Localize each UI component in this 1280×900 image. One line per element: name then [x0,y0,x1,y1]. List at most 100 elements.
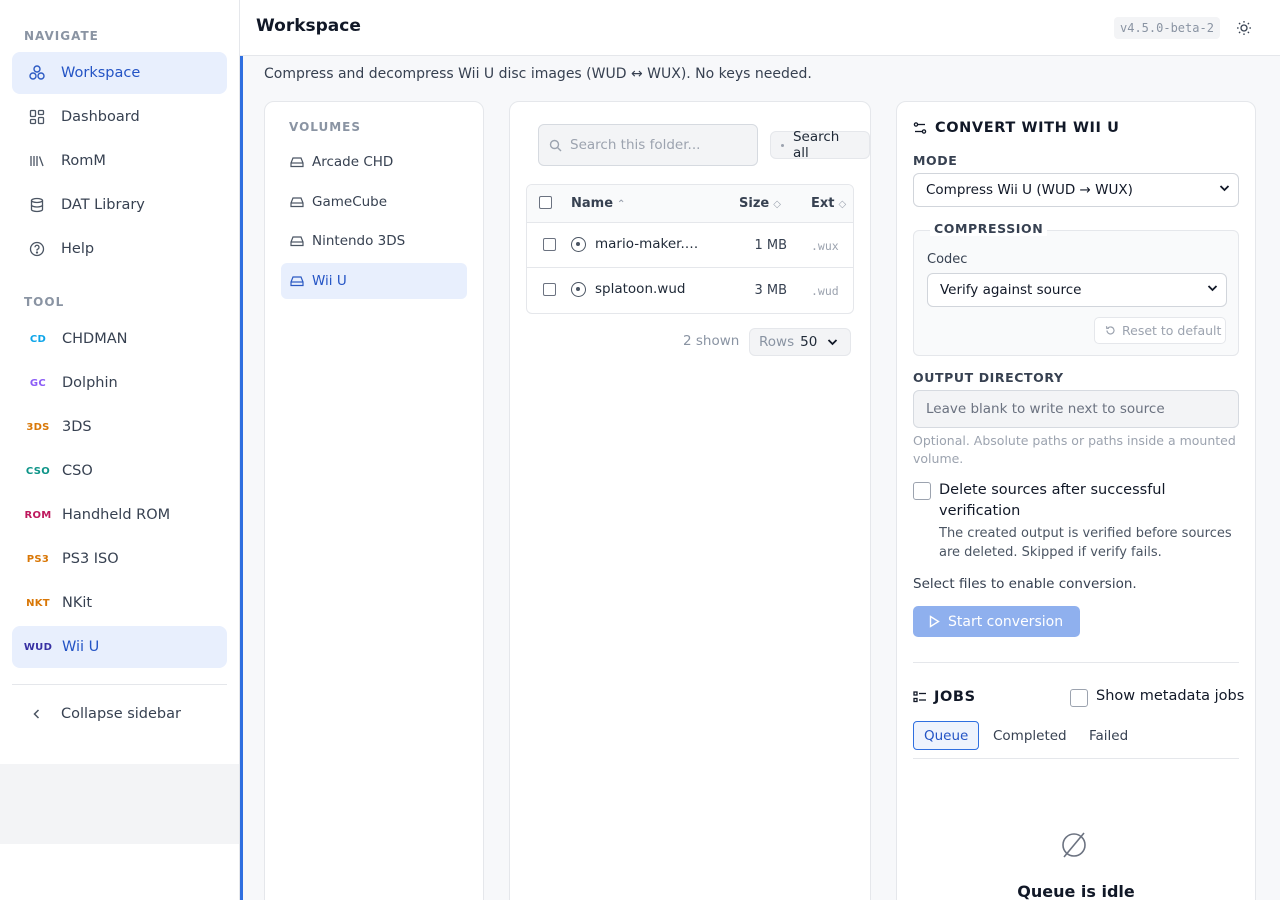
file-table: Name ⌃ Size ◇ Ext ◇ mario-maker.wux 1 MB .w… [526,184,854,314]
tool-item-label: Wii U [62,639,100,655]
tool-heading: TOOL [24,295,65,309]
tab-queue[interactable]: Queue [913,721,980,750]
compression-legend: COMPRESSION [930,221,1048,236]
tabs-divider [913,758,1239,759]
tool-tag: 3DS [26,421,50,433]
volume-label: Wii U [312,273,347,289]
theme-toggle-button[interactable] [1234,18,1254,38]
tool-item-3ds[interactable]: 3DS 3DS [12,406,227,448]
tool-tag: GC [29,377,47,389]
top-bar: Workspace v4.5.0-beta-2 [240,0,1280,56]
output-directory-input[interactable] [913,390,1239,428]
sidebar-divider [12,684,227,685]
collapse-sidebar-label: Collapse sidebar [61,706,181,722]
mode-select[interactable]: Compress Wii U (WUD → WUX) [913,173,1239,207]
play-icon [929,615,940,628]
output-directory-hint: Optional. Absolute paths or paths inside… [913,433,1236,466]
sidebar: NAVIGATE Workspace Dashboard RomM DAT Li… [0,0,240,900]
column-header-size[interactable]: Size ◇ [739,196,781,211]
empty-set-icon [1059,830,1089,860]
dot-icon [781,143,784,147]
table-row[interactable]: splatoon.wud 3 MB .wud [527,268,853,313]
tool-item-wii-u[interactable]: WUD Wii U [12,626,227,668]
collapse-sidebar-button[interactable]: Collapse sidebar [12,693,227,735]
page-title: Workspace [256,16,361,36]
start-conversion-label: Start conversion [948,613,1064,630]
column-label: Size [739,196,770,211]
search-field[interactable] [538,124,758,166]
convert-icon [913,121,927,135]
tool-tag: NKT [26,597,50,609]
volumes-panel: VOLUMES Arcade CHD GameCube Nintendo 3DS… [264,101,484,900]
nav-item-workspace[interactable]: Workspace [12,52,227,94]
nav-item-help[interactable]: Help [12,228,227,270]
library-icon [26,152,48,170]
volume-item[interactable]: Wii U [281,263,467,299]
tool-item-handheld-rom[interactable]: ROM Handheld ROM [12,494,227,536]
mode-label: MODE [913,153,958,168]
show-metadata-jobs-checkbox[interactable] [1070,689,1088,707]
column-header-name[interactable]: Name ⌃ [571,196,625,211]
nav-item-romm[interactable]: RomM [12,140,227,182]
drive-icon [290,235,304,247]
database-icon [26,196,48,214]
row-checkbox[interactable] [543,238,556,251]
convert-panel: CONVERT WITH WII U MODE Compress Wii U (… [896,101,1256,900]
tool-item-label: CHDMAN [62,331,128,347]
search-input[interactable] [570,137,750,153]
volume-label: Arcade CHD [312,154,394,170]
column-label: Name [571,196,614,211]
page-subtitle: Compress and decompress Wii U disc image… [264,66,812,82]
navigate-heading: NAVIGATE [24,29,99,43]
nav-item-dashboard[interactable]: Dashboard [12,96,227,138]
volume-item[interactable]: GameCube [281,184,467,220]
start-conversion-button[interactable]: Start conversion [913,606,1080,637]
tool-item-label: CSO [62,463,93,479]
tab-failed[interactable]: Failed [1089,721,1128,750]
tool-tag: PS3 [26,553,50,565]
tool-item-dolphin[interactable]: GC Dolphin [12,362,227,404]
select-all-checkbox[interactable] [539,196,552,209]
delete-sources-checkbox[interactable] [913,482,931,500]
search-icon [549,139,562,152]
volumes-heading: VOLUMES [289,120,362,134]
queue-empty-title: Queue is idle [1017,882,1135,900]
compression-group: Codec Verify against source Reset to def… [913,230,1239,356]
search-all-label: Search all [792,129,840,161]
codec-select[interactable]: Verify against source [927,273,1227,307]
tool-item-ps3-iso[interactable]: PS3 PS3 ISO [12,538,227,580]
reset-icon [1105,325,1116,336]
mode-value: Compress Wii U (WUD → WUX) [926,182,1133,198]
sort-icon: ◇ [838,199,847,210]
tool-item-cso[interactable]: CSO CSO [12,450,227,492]
jobs-title-text: JOBS [934,689,976,705]
nav-item-dat-library[interactable]: DAT Library [12,184,227,226]
row-checkbox[interactable] [543,283,556,296]
volume-item[interactable]: Arcade CHD [281,144,467,180]
section-divider [913,662,1239,663]
tool-item-nkit[interactable]: NKT NKit [12,582,227,624]
search-all-button[interactable]: Search all [770,129,870,161]
tool-tag: ROM [24,509,52,521]
tool-item-chdman[interactable]: CD CHDMAN [12,318,227,360]
sun-icon [1236,20,1252,36]
rows-per-page-select[interactable]: Rows 50 [749,328,851,356]
tool-tag: CSO [25,465,51,477]
shown-count: 2 shown [683,333,740,349]
files-panel: Search all A Name⌃ Size◇ Ext◇ mario-make… [509,101,871,900]
column-header-ext[interactable]: Ext ◇ [811,196,846,211]
table-row[interactable]: mario-maker.wux 1 MB .wux [527,223,853,268]
codec-value: Verify against source [940,282,1082,298]
nav-item-label: RomM [61,153,106,169]
tab-completed[interactable]: Completed [993,721,1067,750]
convert-title: CONVERT WITH WII U [913,120,1120,136]
jobs-title: JOBS [913,689,976,705]
convert-title-text: CONVERT WITH WII U [935,120,1120,136]
reset-to-default-button[interactable]: Reset to default [1094,317,1226,344]
tool-item-label: PS3 ISO [62,551,119,567]
file-size: 3 MB [754,283,787,298]
drive-icon [290,275,304,287]
tool-item-label: Handheld ROM [62,507,171,523]
volume-item[interactable]: Nintendo 3DS [281,223,467,259]
chevron-down-icon [1219,184,1230,192]
